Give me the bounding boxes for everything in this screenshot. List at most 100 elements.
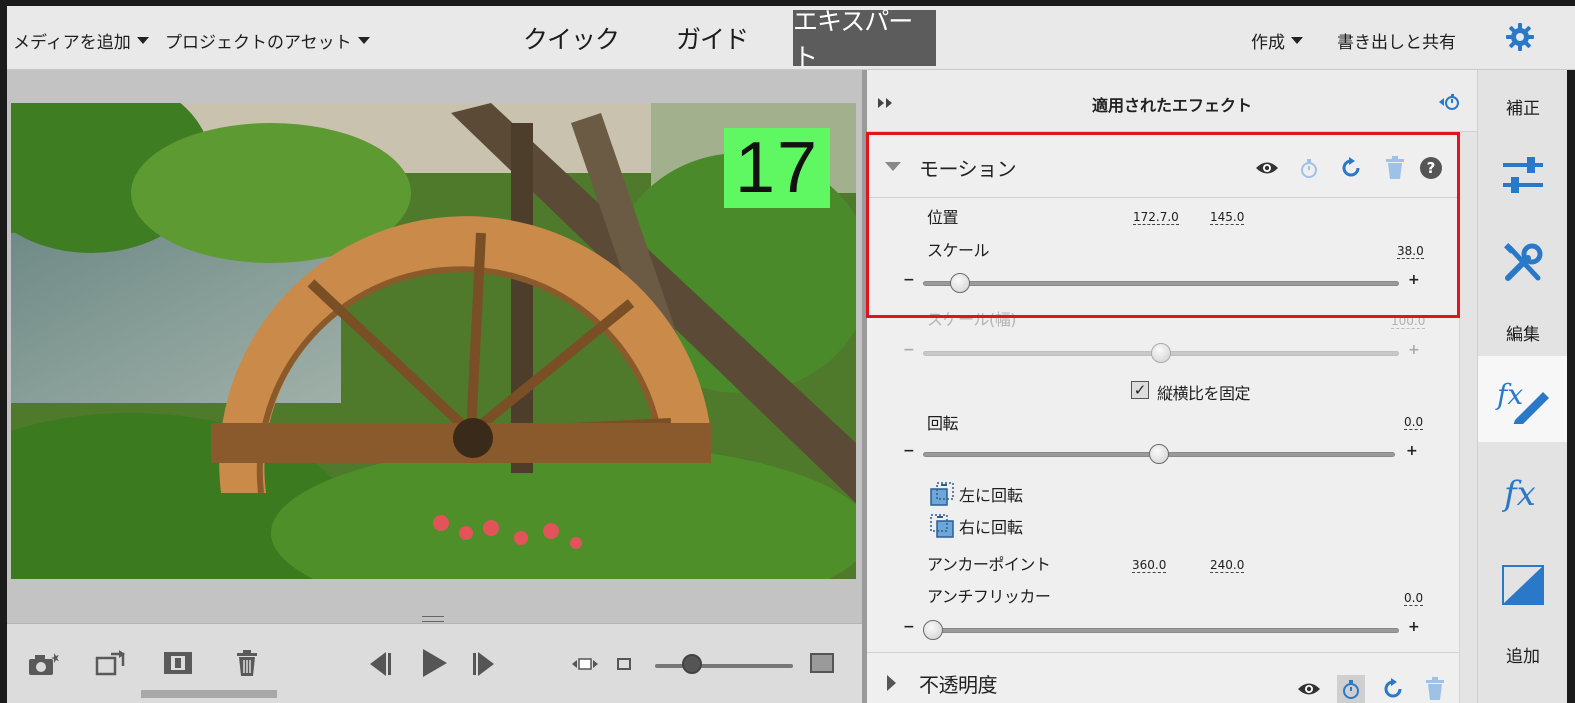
- rotation-value[interactable]: 0.0: [1404, 415, 1424, 430]
- scale-label: スケール: [927, 241, 990, 260]
- window-frame-left: [0, 0, 7, 703]
- antiflicker-slider-knob[interactable]: [923, 620, 943, 640]
- effects-fx-icon[interactable]: fx: [1478, 462, 1568, 524]
- delete-effect-icon[interactable]: [1421, 675, 1449, 703]
- reset-icon[interactable]: [1337, 154, 1365, 182]
- applied-effects-panel: 適用されたエフェクト モーション ? 位置 172.7.0 145.0 スケール…: [867, 70, 1477, 703]
- project-assets-dropdown[interactable]: プロジェクトのアセット: [165, 28, 370, 53]
- tab-quick[interactable]: クイック: [523, 10, 620, 66]
- window-frame-right: [1567, 70, 1575, 703]
- scale-width-value: 100.0: [1391, 314, 1426, 329]
- add-label: 追加: [1506, 647, 1540, 667]
- tool-rail: 補正 編集 fx fx 追加: [1477, 70, 1568, 703]
- panel-scrollbar[interactable]: [1459, 132, 1477, 703]
- trash-icon[interactable]: [233, 648, 261, 678]
- fit-to-window-icon[interactable]: [571, 654, 599, 674]
- position-y-value[interactable]: 145.0: [1210, 210, 1245, 225]
- keyframe-stopwatch-icon[interactable]: [1437, 92, 1461, 112]
- rotation-plus[interactable]: +: [1406, 443, 1418, 459]
- rotate-right-icon: [930, 514, 954, 538]
- panel-title: 適用されたエフェクト: [1091, 96, 1252, 115]
- rotation-minus[interactable]: −: [903, 443, 915, 459]
- create-label: 作成: [1251, 33, 1285, 53]
- play-icon[interactable]: [417, 646, 451, 680]
- rotation-label: 回転: [927, 414, 959, 433]
- chevron-down-icon: [357, 37, 370, 44]
- rotate-right-label: 右に回転: [959, 518, 1024, 537]
- scale-width-plus: +: [1408, 342, 1420, 358]
- scale-minus[interactable]: −: [903, 272, 915, 288]
- position-x-value[interactable]: 172.7.0: [1133, 210, 1179, 225]
- export-share-button[interactable]: 書き出しと共有: [1337, 28, 1456, 53]
- reset-icon[interactable]: [1379, 675, 1407, 703]
- scale-slider-track[interactable]: [923, 281, 1399, 286]
- resize-grip[interactable]: [422, 616, 444, 622]
- antiflicker-label: アンチフリッカー: [927, 587, 1051, 606]
- stopwatch-icon[interactable]: [1295, 154, 1323, 182]
- antiflicker-minus[interactable]: −: [903, 619, 915, 635]
- tab-expert[interactable]: エキスパート: [793, 7, 936, 72]
- frame-number-badge: 17: [724, 128, 830, 208]
- create-dropdown[interactable]: 作成: [1251, 28, 1303, 53]
- chevron-down-icon: [1291, 37, 1303, 44]
- svg-text:?: ?: [1427, 159, 1436, 177]
- antiflicker-value[interactable]: 0.0: [1404, 591, 1424, 606]
- anchor-x-value[interactable]: 360.0: [1132, 558, 1167, 573]
- uniform-scale-checkbox[interactable]: ✓: [1131, 381, 1149, 399]
- scale-plus[interactable]: +: [1408, 272, 1420, 288]
- scale-width-slider-knob: [1151, 343, 1171, 363]
- chevron-down-icon: [136, 37, 149, 44]
- expand-triangle-icon[interactable]: [887, 675, 896, 691]
- adjust-label: 補正: [1506, 99, 1540, 119]
- antiflicker-plus[interactable]: +: [1408, 619, 1420, 635]
- eye-icon[interactable]: [1253, 154, 1281, 182]
- camera-snapshot-icon[interactable]: [27, 650, 59, 678]
- tools-icon[interactable]: [1478, 232, 1568, 294]
- eye-icon[interactable]: [1295, 675, 1323, 703]
- opacity-section-header[interactable]: 不透明度: [867, 652, 1459, 703]
- scale-value[interactable]: 38.0: [1397, 244, 1424, 259]
- motion-section-title: モーション: [919, 157, 1017, 181]
- tab-guided[interactable]: ガイド: [667, 10, 757, 66]
- step-back-icon[interactable]: [363, 648, 395, 680]
- zoom-slider-track[interactable]: [655, 664, 793, 668]
- anchor-point-label: アンカーポイント: [927, 555, 1051, 574]
- uniform-scale-label: 縦横比を固定: [1157, 384, 1251, 403]
- rotate-left-button[interactable]: 左に回転: [929, 481, 1023, 507]
- delete-effect-icon[interactable]: [1381, 154, 1409, 182]
- scale-width-minus: −: [903, 342, 915, 358]
- svg-text:fx: fx: [1501, 474, 1536, 513]
- scale-slider-knob[interactable]: [950, 273, 971, 293]
- zoom-out-icon[interactable]: [615, 656, 633, 672]
- collapse-triangle-icon[interactable]: [885, 162, 901, 171]
- panel-header: 適用されたエフェクト: [867, 70, 1477, 132]
- freeze-frame-icon[interactable]: [162, 648, 194, 678]
- stopwatch-icon[interactable]: [1337, 675, 1365, 703]
- gear-icon[interactable]: [1505, 22, 1535, 52]
- help-icon[interactable]: ?: [1417, 154, 1445, 182]
- export-share-label: 書き出しと共有: [1337, 33, 1456, 53]
- svg-text:fx: fx: [1495, 378, 1523, 411]
- opacity-section-title: 不透明度: [919, 673, 998, 697]
- adjustments-sliders-icon[interactable]: [1478, 144, 1568, 206]
- rotation-slider-knob[interactable]: [1149, 444, 1169, 464]
- transform-icon[interactable]: [95, 648, 129, 678]
- rotate-left-label: 左に回転: [959, 486, 1024, 505]
- zoom-in-icon[interactable]: [809, 652, 835, 674]
- applied-effects-fx-pencil-icon[interactable]: fx: [1478, 356, 1568, 442]
- add-media-dropdown[interactable]: メディアを追加: [13, 28, 149, 53]
- transitions-icon[interactable]: [1478, 554, 1568, 616]
- antiflicker-slider-track[interactable]: [923, 628, 1399, 633]
- horizontal-scrollbar[interactable]: [141, 690, 277, 698]
- rotate-left-icon: [930, 482, 954, 506]
- project-assets-label: プロジェクトのアセット: [165, 33, 352, 53]
- add-media-label: メディアを追加: [13, 33, 131, 53]
- step-forward-icon[interactable]: [469, 648, 501, 680]
- top-bar: メディアを追加 プロジェクトのアセット クイック ガイド エキスパート 作成 書…: [7, 6, 1575, 72]
- motion-section-header[interactable]: モーション ?: [867, 134, 1459, 198]
- position-label: 位置: [927, 208, 959, 227]
- zoom-slider-knob[interactable]: [682, 654, 702, 674]
- monitor-panel: 17: [7, 70, 862, 703]
- rotate-right-button[interactable]: 右に回転: [929, 513, 1023, 539]
- anchor-y-value[interactable]: 240.0: [1210, 558, 1245, 573]
